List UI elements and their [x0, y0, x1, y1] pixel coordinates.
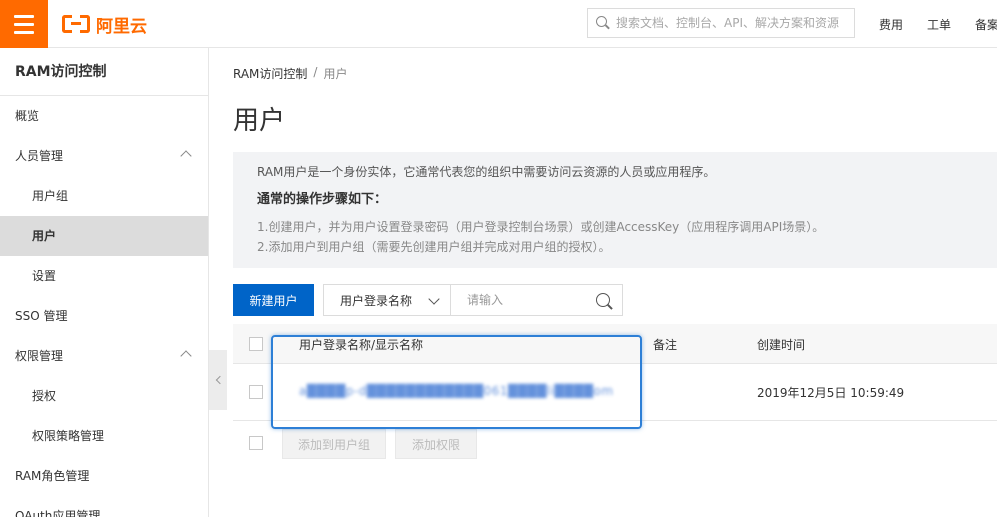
- sidebar-group-label: 人员管理: [15, 149, 64, 163]
- bulk-select-checkbox[interactable]: [249, 436, 263, 450]
- create-user-button[interactable]: 新建用户: [233, 284, 314, 316]
- sidebar-item-users[interactable]: 用户: [0, 216, 208, 256]
- breadcrumb: RAM访问控制 / 用户: [233, 65, 347, 82]
- page-title: 用户: [233, 106, 286, 136]
- user-search-input[interactable]: [467, 293, 587, 307]
- table-header: 用户登录名称/显示名称 备注 创建时间: [233, 324, 997, 364]
- sidebar-item-grants[interactable]: 授权: [0, 376, 208, 416]
- sidebar-item-groups[interactable]: 用户组: [0, 176, 208, 216]
- row-checkbox[interactable]: [249, 385, 263, 399]
- aliyun-logo[interactable]: 阿里云: [62, 12, 147, 37]
- chevron-up-icon: [180, 350, 192, 362]
- sidebar-item-settings[interactable]: 设置: [0, 256, 208, 296]
- header-created: 创建时间: [757, 338, 806, 352]
- search-icon[interactable]: [596, 293, 614, 311]
- select-all-checkbox[interactable]: [249, 337, 263, 351]
- breadcrumb-current: 用户: [323, 67, 348, 81]
- global-search[interactable]: [587, 8, 855, 38]
- sidebar-group-label: 权限管理: [15, 349, 64, 363]
- info-description: RAM用户是一个身份实体，它通常代表您的组织中需要访问云资源的人员或应用程序。: [257, 165, 716, 179]
- main-content: RAM访问控制 / 用户 用户 RAM用户是一个身份实体，它通常代表您的组织中需…: [210, 48, 997, 517]
- nav-billing-link[interactable]: 费用: [879, 16, 903, 33]
- header-name: 用户登录名称/显示名称: [299, 338, 424, 352]
- chevron-up-icon: [180, 150, 192, 162]
- nav-filing-link[interactable]: 备案: [975, 16, 997, 33]
- add-to-group-button[interactable]: 添加到用户组: [282, 429, 386, 459]
- logo-text: 阿里云: [96, 16, 147, 37]
- top-nav: 费用 工单 备案: [879, 0, 997, 48]
- info-heading: 通常的操作步骤如下：: [257, 192, 388, 207]
- breadcrumb-separator: /: [313, 65, 318, 79]
- add-permission-button[interactable]: 添加权限: [395, 429, 477, 459]
- info-step: 2.添加用户到用户组（需要先创建用户组并完成对用户组的授权）。: [257, 240, 611, 254]
- sidebar-title: RAM访问控制: [0, 48, 208, 96]
- user-toolbar: 新建用户 用户登录名称: [233, 284, 623, 316]
- sidebar: RAM访问控制 概览 人员管理 用户组 用户 设置 SSO 管理 权限管理 授权…: [0, 48, 209, 517]
- sidebar-group-permissions[interactable]: 权限管理: [0, 336, 208, 376]
- sidebar-item-sso[interactable]: SSO 管理: [0, 296, 208, 336]
- breadcrumb-root[interactable]: RAM访问控制: [233, 65, 307, 82]
- sidebar-item-overview[interactable]: 概览: [0, 96, 208, 136]
- chevron-down-icon: [428, 293, 440, 305]
- user-search[interactable]: [450, 284, 623, 316]
- top-bar: 阿里云 费用 工单 备案: [0, 0, 997, 48]
- user-login-name-link[interactable]: a████p-d████████████061████li████om: [299, 384, 614, 398]
- info-step: 1.创建用户，并为用户设置登录密码（用户登录控制台场景）或创建AccessKey…: [257, 220, 825, 234]
- info-panel: RAM用户是一个身份实体，它通常代表您的组织中需要访问云资源的人员或应用程序。 …: [233, 152, 997, 268]
- sidebar-item-roles[interactable]: RAM角色管理: [0, 456, 208, 496]
- logo-mark-icon: [62, 15, 90, 33]
- sidebar-item-oauth[interactable]: OAuth应用管理: [0, 496, 208, 517]
- sidebar-item-policies[interactable]: 权限策略管理: [0, 416, 208, 456]
- user-created-time: 2019年12月5日 10:59:49: [757, 386, 905, 400]
- users-table: 用户登录名称/显示名称 备注 创建时间 a████p-d████████████…: [233, 324, 997, 465]
- table-row: a████p-d████████████061████li████om 2019…: [233, 364, 997, 421]
- search-field-selected: 用户登录名称: [340, 293, 413, 308]
- nav-ticket-link[interactable]: 工单: [927, 16, 951, 33]
- global-search-input[interactable]: [616, 16, 846, 30]
- search-icon: [596, 16, 610, 30]
- menu-icon[interactable]: [0, 0, 48, 48]
- sidebar-group-identity[interactable]: 人员管理: [0, 136, 208, 176]
- search-field-select[interactable]: 用户登录名称: [323, 284, 450, 316]
- bulk-actions-bar: 添加到用户组 添加权限: [233, 421, 997, 465]
- header-note: 备注: [653, 338, 678, 352]
